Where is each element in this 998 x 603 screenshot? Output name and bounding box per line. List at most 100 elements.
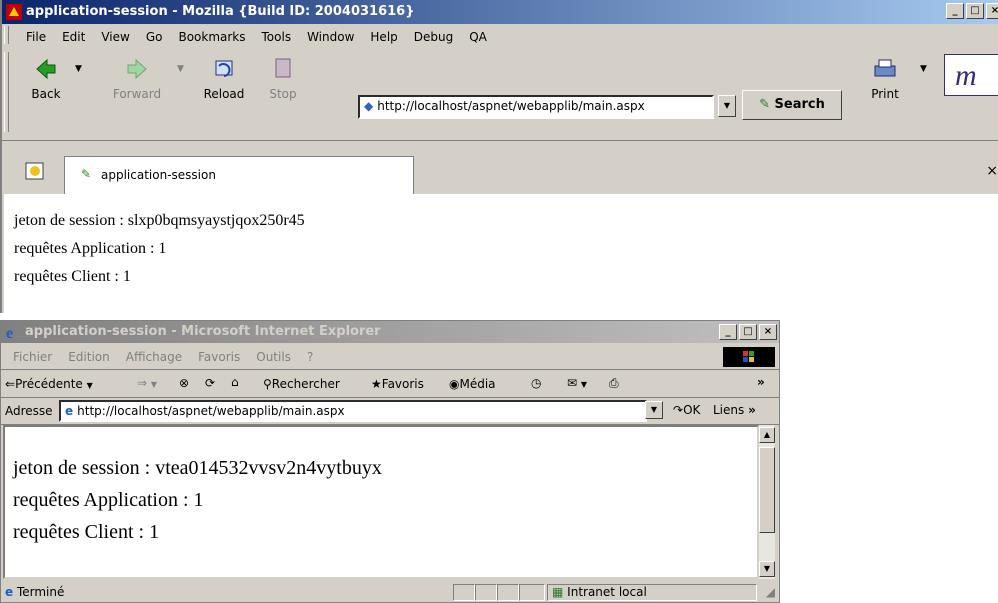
session-token-text: jeton de session : vtea014532vvsv2n4vytb… (13, 457, 382, 479)
menubar: File Edit View Go Bookmarks Tools Window… (2, 26, 998, 48)
reload-button[interactable]: Reload (194, 50, 254, 101)
scroll-thumb[interactable] (759, 447, 775, 533)
mozilla-logo-icon: m (955, 59, 977, 92)
intranet-icon: ▦ (552, 585, 564, 599)
back-button[interactable]: ⇐Précédente ▼ (5, 377, 93, 391)
menu-window[interactable]: Window (299, 30, 362, 44)
session-token-text: jeton de session : slxp0bqmsyaystjqox250… (14, 212, 305, 229)
stop-button[interactable]: Stop (258, 50, 308, 101)
forward-dropdown-icon[interactable]: ▼ (151, 380, 157, 389)
minimize-button[interactable]: _ (946, 3, 964, 19)
stop-icon: ⊗ (179, 376, 190, 390)
address-input[interactable]: e http://localhost/aspnet/webapplib/main.… (59, 400, 647, 422)
print-button[interactable]: ⎙ (609, 376, 619, 391)
favorites-button[interactable]: ★Favoris (371, 377, 424, 391)
mozilla-app-icon (6, 4, 22, 20)
resize-grip-icon[interactable]: ◢ (766, 585, 775, 599)
ie-page-icon: e (65, 404, 74, 418)
tab-application-session[interactable]: ✎ application-session (64, 156, 414, 194)
menu-tools[interactable]: Tools (254, 30, 300, 44)
application-requests-text: requêtes Application : 1 (13, 489, 204, 511)
svg-text:e: e (6, 325, 13, 340)
stop-button[interactable]: ⊗ (179, 376, 189, 390)
done-page-icon: e (5, 585, 14, 599)
close-button[interactable]: × (759, 324, 777, 340)
history-button[interactable]: ◷ (531, 376, 541, 390)
printer-icon: ⎙ (609, 376, 619, 390)
mozilla-window: application-session - Mozilla {Build ID:… (0, 0, 998, 313)
back-dropdown-icon[interactable]: ▼ (87, 381, 93, 390)
vertical-scrollbar[interactable]: ▲ ▼ (759, 425, 775, 579)
url-dropdown-icon[interactable]: ▼ (718, 95, 736, 117)
mail-button[interactable]: ✉ ▼ (567, 376, 587, 390)
status-pane-3 (497, 584, 519, 601)
links-button[interactable]: Liens » (713, 403, 756, 417)
home-icon: ⌂ (231, 375, 239, 389)
forward-button[interactable]: ⇒ ▼ (137, 376, 157, 390)
minimize-button[interactable]: _ (719, 324, 737, 340)
menu-bookmarks[interactable]: Bookmarks (170, 30, 253, 44)
menu-fichier[interactable]: Fichier (5, 350, 60, 364)
menu-go[interactable]: Go (138, 30, 171, 44)
menu-affichage[interactable]: Affichage (118, 350, 190, 364)
application-requests-text: requêtes Application : 1 (14, 240, 167, 257)
print-dropdown-icon[interactable]: ▼ (920, 64, 927, 74)
refresh-icon: ⟳ (205, 376, 216, 390)
page-icon: ◆ (364, 99, 374, 113)
history-icon: ◷ (531, 376, 542, 390)
throbber-logo[interactable]: m (944, 54, 998, 96)
navigation-toolbar: Back ▼ Forward ▼ Reload Stop ◆ http://loc… (2, 50, 998, 138)
menu-edition[interactable]: Edition (60, 350, 118, 364)
ie-window: e application-session - Microsoft Intern… (0, 320, 780, 603)
tab-strip: ✎ application-session × (2, 151, 998, 194)
forward-button[interactable]: Forward (102, 50, 172, 101)
menu-favoris[interactable]: Favoris (190, 350, 248, 364)
go-button[interactable]: ↷OK (673, 403, 700, 417)
close-button[interactable]: × (986, 3, 998, 19)
collapsed-toolbar-strip[interactable] (2, 140, 998, 151)
scroll-down-button[interactable]: ▼ (759, 561, 775, 577)
search-icon: ⚲ (263, 377, 272, 391)
media-button[interactable]: ◉Média (449, 377, 496, 391)
menu-qa[interactable]: QA (461, 30, 495, 44)
search-button[interactable]: ✎ Search (742, 90, 842, 120)
menu-help[interactable]: ? (299, 350, 321, 364)
address-dropdown-icon[interactable]: ▼ (645, 401, 663, 419)
home-button[interactable]: ⌂ (231, 375, 239, 389)
menu-help[interactable]: Help (362, 30, 405, 44)
ie-titlebar[interactable]: e application-session - Microsoft Intern… (1, 321, 779, 343)
svg-text:m: m (955, 59, 977, 92)
close-tab-button[interactable]: × (986, 163, 998, 179)
new-tab-icon[interactable] (24, 160, 46, 182)
back-dropdown-icon[interactable]: ▼ (75, 64, 82, 74)
forward-dropdown-icon[interactable]: ▼ (177, 64, 184, 74)
status-pane-2 (475, 584, 497, 601)
menu-outils[interactable]: Outils (248, 350, 299, 364)
print-button[interactable]: Print (860, 50, 910, 101)
address-bar: Adresse e http://localhost/aspnet/webappl… (1, 398, 779, 425)
back-button[interactable]: Back (16, 50, 76, 101)
media-icon: ◉ (449, 377, 460, 391)
search-button[interactable]: ⚲Rechercher (263, 377, 340, 391)
maximize-button[interactable]: □ (739, 324, 757, 340)
forward-arrow-icon (127, 58, 147, 80)
refresh-button[interactable]: ⟳ (205, 376, 215, 390)
back-arrow-icon: ⇐ (5, 377, 16, 391)
go-arrow-icon: ↷ (673, 403, 684, 417)
menu-file[interactable]: File (18, 30, 54, 44)
maximize-button[interactable]: □ (966, 3, 984, 19)
windows-logo (723, 347, 775, 367)
toolbar-more-button[interactable]: » (757, 375, 765, 389)
mozilla-titlebar[interactable]: application-session - Mozilla {Build ID:… (2, 0, 998, 24)
client-requests-text: requêtes Client : 1 (13, 521, 160, 543)
security-zone-pane[interactable]: ▦ Intranet local (547, 584, 757, 601)
stop-icon (275, 58, 291, 78)
menu-debug[interactable]: Debug (406, 30, 461, 44)
window-title: application-session - Microsoft Internet… (25, 324, 381, 339)
mozilla-page-content: jeton de session : slxp0bqmsyaystjqox250… (4, 194, 998, 313)
menu-view[interactable]: View (93, 30, 137, 44)
menu-edit[interactable]: Edit (54, 30, 93, 44)
mail-dropdown-icon[interactable]: ▼ (581, 380, 587, 389)
scroll-up-button[interactable]: ▲ (759, 427, 775, 443)
url-input[interactable]: ◆ http://localhost/aspnet/webapplib/main.… (358, 95, 714, 119)
